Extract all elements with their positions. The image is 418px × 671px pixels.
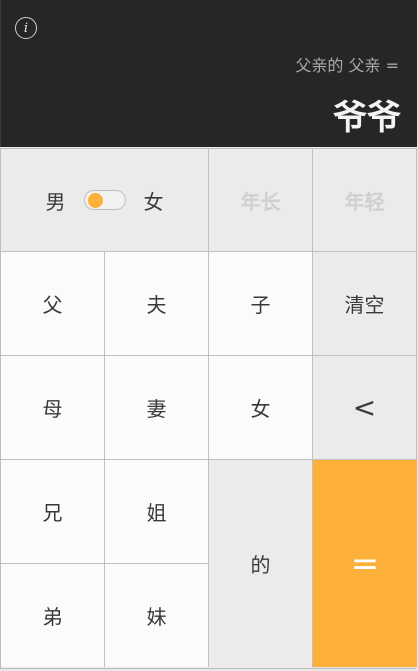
result-text: 爷爷 [333, 98, 401, 138]
keypad: 男 女 年长 年轻 父 夫 子 清空 母 妻 女 < 兄 姐 的 = 弟 妹 [0, 148, 417, 669]
gender-toggle[interactable] [83, 190, 126, 210]
wife-button[interactable]: 妻 [105, 355, 209, 459]
daughter-button[interactable]: 女 [209, 355, 313, 459]
clear-button[interactable]: 清空 [313, 251, 417, 355]
mother-button[interactable]: 母 [1, 355, 105, 459]
younger-sister-button[interactable]: 妹 [105, 563, 209, 667]
male-label[interactable]: 男 [46, 186, 66, 215]
husband-button[interactable]: 夫 [105, 251, 209, 355]
backspace-button[interactable]: < [313, 355, 417, 459]
elder-brother-button[interactable]: 兄 [1, 459, 105, 563]
son-button[interactable]: 子 [209, 251, 313, 355]
younger-brother-button[interactable]: 弟 [1, 563, 105, 667]
father-button[interactable]: 父 [1, 251, 105, 355]
equals-button[interactable]: = [313, 459, 417, 667]
toggle-knob [87, 193, 103, 208]
female-label[interactable]: 女 [144, 186, 164, 215]
younger-button[interactable]: 年轻 [313, 148, 417, 251]
display-panel: i 父亲的 父亲 = 爷爷 [0, 0, 417, 147]
info-icon[interactable]: i [15, 17, 37, 39]
older-button[interactable]: 年长 [209, 148, 313, 251]
elder-sister-button[interactable]: 姐 [105, 459, 209, 563]
calculator-app: i 父亲的 父亲 = 爷爷 男 女 年长 年轻 父 夫 子 清空 母 妻 女 <… [0, 0, 418, 671]
gender-switch-row: 男 女 [1, 148, 209, 251]
of-button[interactable]: 的 [209, 459, 313, 667]
expression-text: 父亲的 父亲 = [295, 56, 399, 75]
